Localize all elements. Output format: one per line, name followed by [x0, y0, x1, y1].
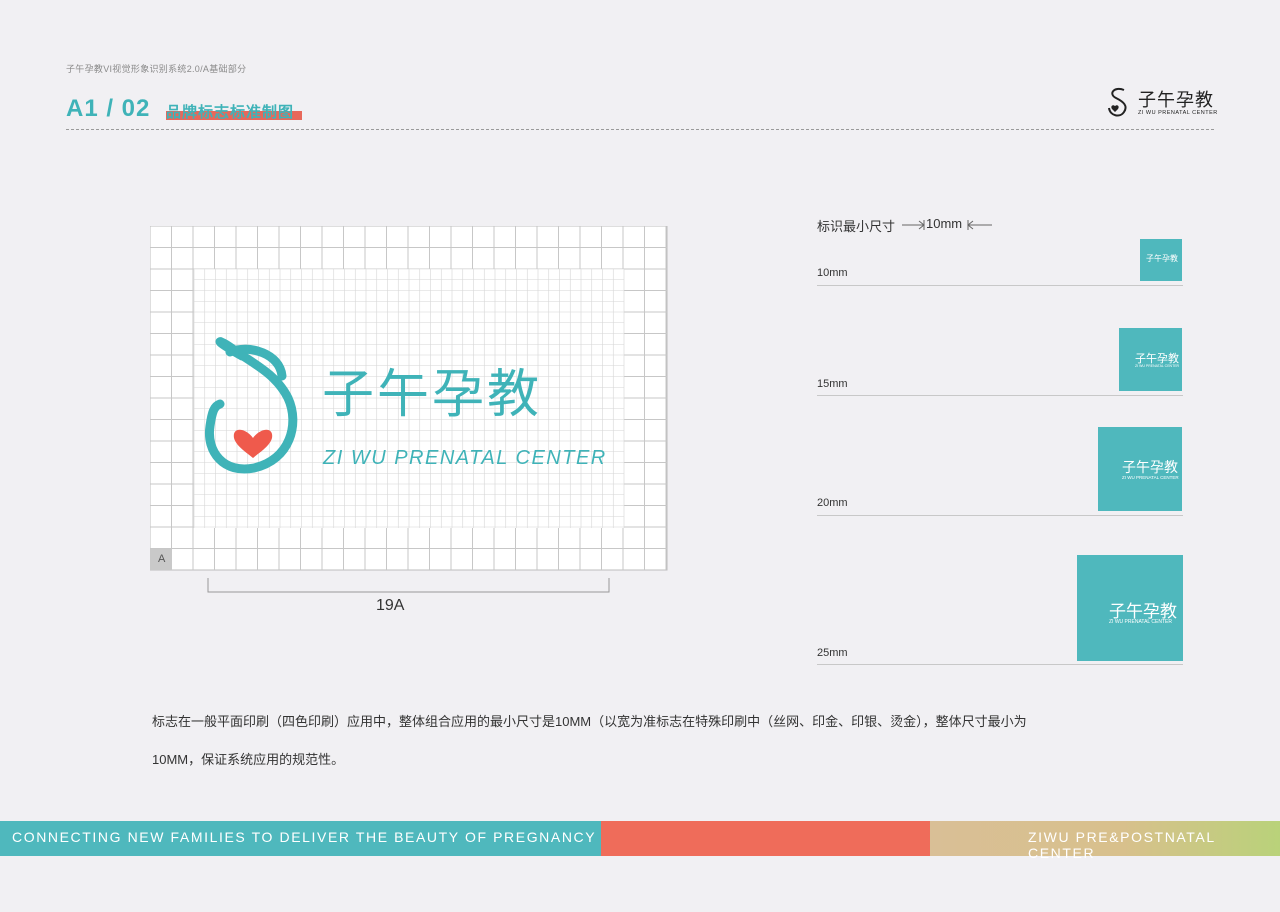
page-title: 品牌标志标准制图 — [166, 104, 295, 121]
header-logo-wordmark: 子午孕教 — [1138, 90, 1214, 110]
section-code: A1 / 02 — [66, 95, 151, 122]
minimum-size-value: 10mm — [926, 216, 963, 231]
size-label-25mm: 25mm — [817, 647, 848, 659]
dimension-label: 19A — [376, 597, 405, 614]
logo-tile-25mm: 子午孕教 ZI WU PRENATAL CENTER — [1077, 555, 1183, 661]
body-text-line-2: 10MM，保证系统应用的规范性。 — [152, 752, 345, 767]
logo-wordmark: 子午孕教 — [322, 366, 543, 424]
tile-subtitle: ZI WU PRENATAL CENTER — [1135, 364, 1180, 368]
size-label-10mm: 10mm — [817, 267, 848, 279]
footer-tagline: CONNECTING NEW FAMILIES TO DELIVER THE B… — [12, 829, 597, 845]
header-logo-subtitle: ZI WU PRENATAL CENTER — [1138, 110, 1218, 116]
body-text-line-1: 标志在一般平面印刷（四色印刷）应用中，整体组合应用的最小尺寸是10MM（以宽为准… — [152, 714, 1027, 729]
size-divider — [817, 285, 1183, 286]
footer-band-coral — [601, 821, 930, 856]
grid-unit-label: A — [158, 553, 166, 565]
breadcrumb: 子午孕教VI视觉形象识别系统2.0/A基础部分 — [66, 64, 247, 74]
logo-tile-15mm: 子午孕教 ZI WU PRENATAL CENTER — [1119, 328, 1182, 391]
size-label-15mm: 15mm — [817, 378, 848, 390]
size-divider — [817, 515, 1183, 516]
dimension-bracket — [207, 578, 610, 593]
header-divider — [66, 129, 1214, 130]
footer-center-name: ZIWU PRE&POSTNATAL CENTER — [1028, 829, 1216, 861]
size-divider — [817, 664, 1183, 665]
logo-english-name: ZI WU PRENATAL CENTER — [323, 447, 607, 469]
logo-tile-20mm: 子午孕教 ZI WU PRENATAL CENTER — [1098, 427, 1182, 511]
tile-wordmark: 子午孕教 — [1146, 254, 1178, 263]
minimum-size-title: 标识最小尺寸 — [817, 219, 896, 234]
logo-tile-10mm: 子午孕教 — [1140, 239, 1182, 281]
tile-wordmark: 子午孕教 — [1122, 459, 1178, 475]
size-label-20mm: 20mm — [817, 497, 848, 509]
tile-subtitle: ZI WU PRENATAL CENTER — [1109, 619, 1172, 625]
section-title-group: 品牌标志标准制图 — [166, 101, 302, 122]
size-divider — [817, 395, 1183, 396]
tile-subtitle: ZI WU PRENATAL CENTER — [1122, 475, 1179, 480]
